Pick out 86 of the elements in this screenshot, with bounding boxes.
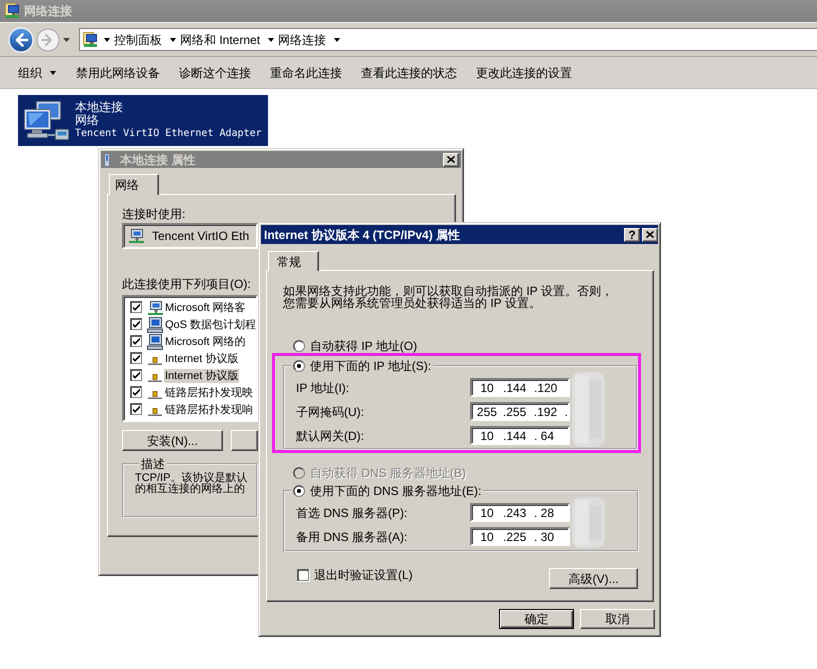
help-button[interactable]: ? <box>624 228 640 242</box>
group-title: 描述 <box>140 457 166 471</box>
checkbox-option[interactable]: 退出时验证设置(L) <box>297 568 413 582</box>
computer-icon <box>147 316 163 332</box>
field-label: IP 地址(I): <box>296 380 350 394</box>
dialog-title: 本地连接 属性 <box>120 152 196 166</box>
network-folder-icon <box>82 32 98 48</box>
caret-icon <box>50 70 57 74</box>
radio-icon[interactable] <box>293 360 305 372</box>
blank-button[interactable] <box>231 430 258 451</box>
dialog-title: Internet 协议版本 4 (TCP/IPv4) 属性 <box>264 228 460 242</box>
caret-icon[interactable] <box>104 38 110 42</box>
toolbar-button[interactable]: 更改此连接的设置 <box>476 64 572 82</box>
computer-icon <box>147 334 163 350</box>
component-item[interactable]: QoS 数据包计划程 <box>164 318 258 332</box>
ip-address-field[interactable]: 10 .144 . 64 <box>470 426 570 445</box>
toolbar-button[interactable]: 组织 <box>18 64 57 82</box>
tab[interactable]: 常规 <box>268 251 319 271</box>
radio-option[interactable]: 自动获得 IP 地址(O) <box>293 339 418 353</box>
field-label: 子网掩码(U): <box>296 404 364 418</box>
networked-monitor-icon <box>128 228 144 244</box>
component-item[interactable]: Microsoft 网络客 <box>164 300 247 314</box>
dialog-button[interactable]: 安装(N)... <box>122 430 223 451</box>
breadcrumb-item[interactable]: 网络和 Internet <box>180 32 260 46</box>
field-label: 此连接使用下列项目(O): <box>122 278 251 290</box>
breadcrumb-item[interactable]: 控制面板 <box>114 32 162 46</box>
component-item[interactable]: 链路层拓扑发现映 <box>164 386 254 400</box>
component-item[interactable]: Internet 协议版 <box>164 352 240 366</box>
checkbox-icon[interactable] <box>297 568 310 582</box>
field-label: 连接时使用: <box>122 208 186 220</box>
field-label: 备用 DNS 服务器(A): <box>296 530 408 544</box>
component-item[interactable]: 链路层拓扑发现响 <box>164 402 254 416</box>
dialog-button[interactable]: 确定 <box>499 609 574 629</box>
caret-icon[interactable] <box>334 38 340 42</box>
window-title: 网络连接 <box>24 4 72 18</box>
toolbar-button[interactable]: 诊断这个连接 <box>179 64 251 82</box>
checkbox-icon[interactable] <box>130 318 143 331</box>
address-bar[interactable]: 控制面板 网络和 Internet 网络连接 <box>79 28 817 51</box>
checkbox-icon[interactable] <box>130 335 143 348</box>
ip-address-field[interactable]: 10 .144 .120 <box>470 378 570 397</box>
adapter-name: Tencent VirtIO Ethernet Adapter <box>75 127 262 140</box>
caret-icon <box>63 38 70 42</box>
component-item[interactable]: Internet 协议版 <box>164 368 240 382</box>
close-icon <box>447 156 455 163</box>
advanced-button[interactable]: 高级(V)... <box>549 568 638 589</box>
radio-option[interactable]: 使用下面的 IP 地址(S): <box>293 359 432 373</box>
toolbar-button[interactable]: 禁用此网络设备 <box>76 64 160 82</box>
adapter-name: Tencent VirtIO Eth <box>152 229 250 243</box>
ip-address-field[interactable]: 10 .225 . 30 <box>470 527 570 546</box>
network-adapter-icon <box>103 152 111 166</box>
field-label: 默认网关(D): <box>296 428 364 442</box>
connection-item[interactable]: 本地连接 网络 Tencent VirtIO Ethernet Adapter <box>18 95 268 146</box>
ip-address-field[interactable]: 255 .255 .192 . <box>470 402 570 421</box>
network-node-icon <box>148 374 162 382</box>
checkbox-icon[interactable] <box>130 386 143 399</box>
network-node-icon <box>148 408 162 416</box>
caret-icon[interactable] <box>170 38 176 42</box>
field-label: 首选 DNS 服务器(P): <box>296 506 408 520</box>
tab[interactable]: 网络 <box>109 174 159 195</box>
caret-icon[interactable] <box>268 38 274 42</box>
network-folder-icon <box>4 3 20 19</box>
breadcrumb-item[interactable]: 网络连接 <box>278 32 326 46</box>
close-icon <box>646 231 654 238</box>
checkbox-icon[interactable] <box>130 369 143 382</box>
toolbar-button[interactable]: 查看此连接的状态 <box>361 64 457 82</box>
close-button[interactable] <box>642 228 658 242</box>
network-computers-icon <box>22 98 70 142</box>
dialog-button[interactable]: 取消 <box>580 609 655 629</box>
checkbox-icon[interactable] <box>130 301 143 314</box>
connection-status: 网络 <box>75 114 99 127</box>
radio-option[interactable]: 使用下面的 DNS 服务器地址(E): <box>293 484 482 498</box>
checkbox-icon[interactable] <box>130 352 143 365</box>
toolbar-button[interactable]: 重命名此连接 <box>270 64 342 82</box>
description-text: TCP/IP。该协议是默认的相互连接的网络上的 <box>135 473 248 495</box>
intro-text: 如果网络支持此功能，则可以获取自动指派的 IP 设置。否则，您需要从网络系统管理员处获得适当的 IP 设置。 <box>283 285 614 309</box>
radio-icon[interactable] <box>293 340 305 352</box>
networked-monitor-icon <box>147 300 163 316</box>
radio-icon[interactable] <box>293 485 305 497</box>
ip-address-field[interactable]: 10 .243 . 28 <box>470 503 570 522</box>
component-item[interactable]: Microsoft 网络的 <box>164 334 247 348</box>
close-button[interactable] <box>443 152 459 166</box>
network-node-icon <box>148 357 162 365</box>
connection-name: 本地连接 <box>75 101 123 114</box>
back-button[interactable] <box>8 26 34 52</box>
network-node-icon <box>148 391 162 399</box>
checkbox-icon[interactable] <box>130 403 143 416</box>
